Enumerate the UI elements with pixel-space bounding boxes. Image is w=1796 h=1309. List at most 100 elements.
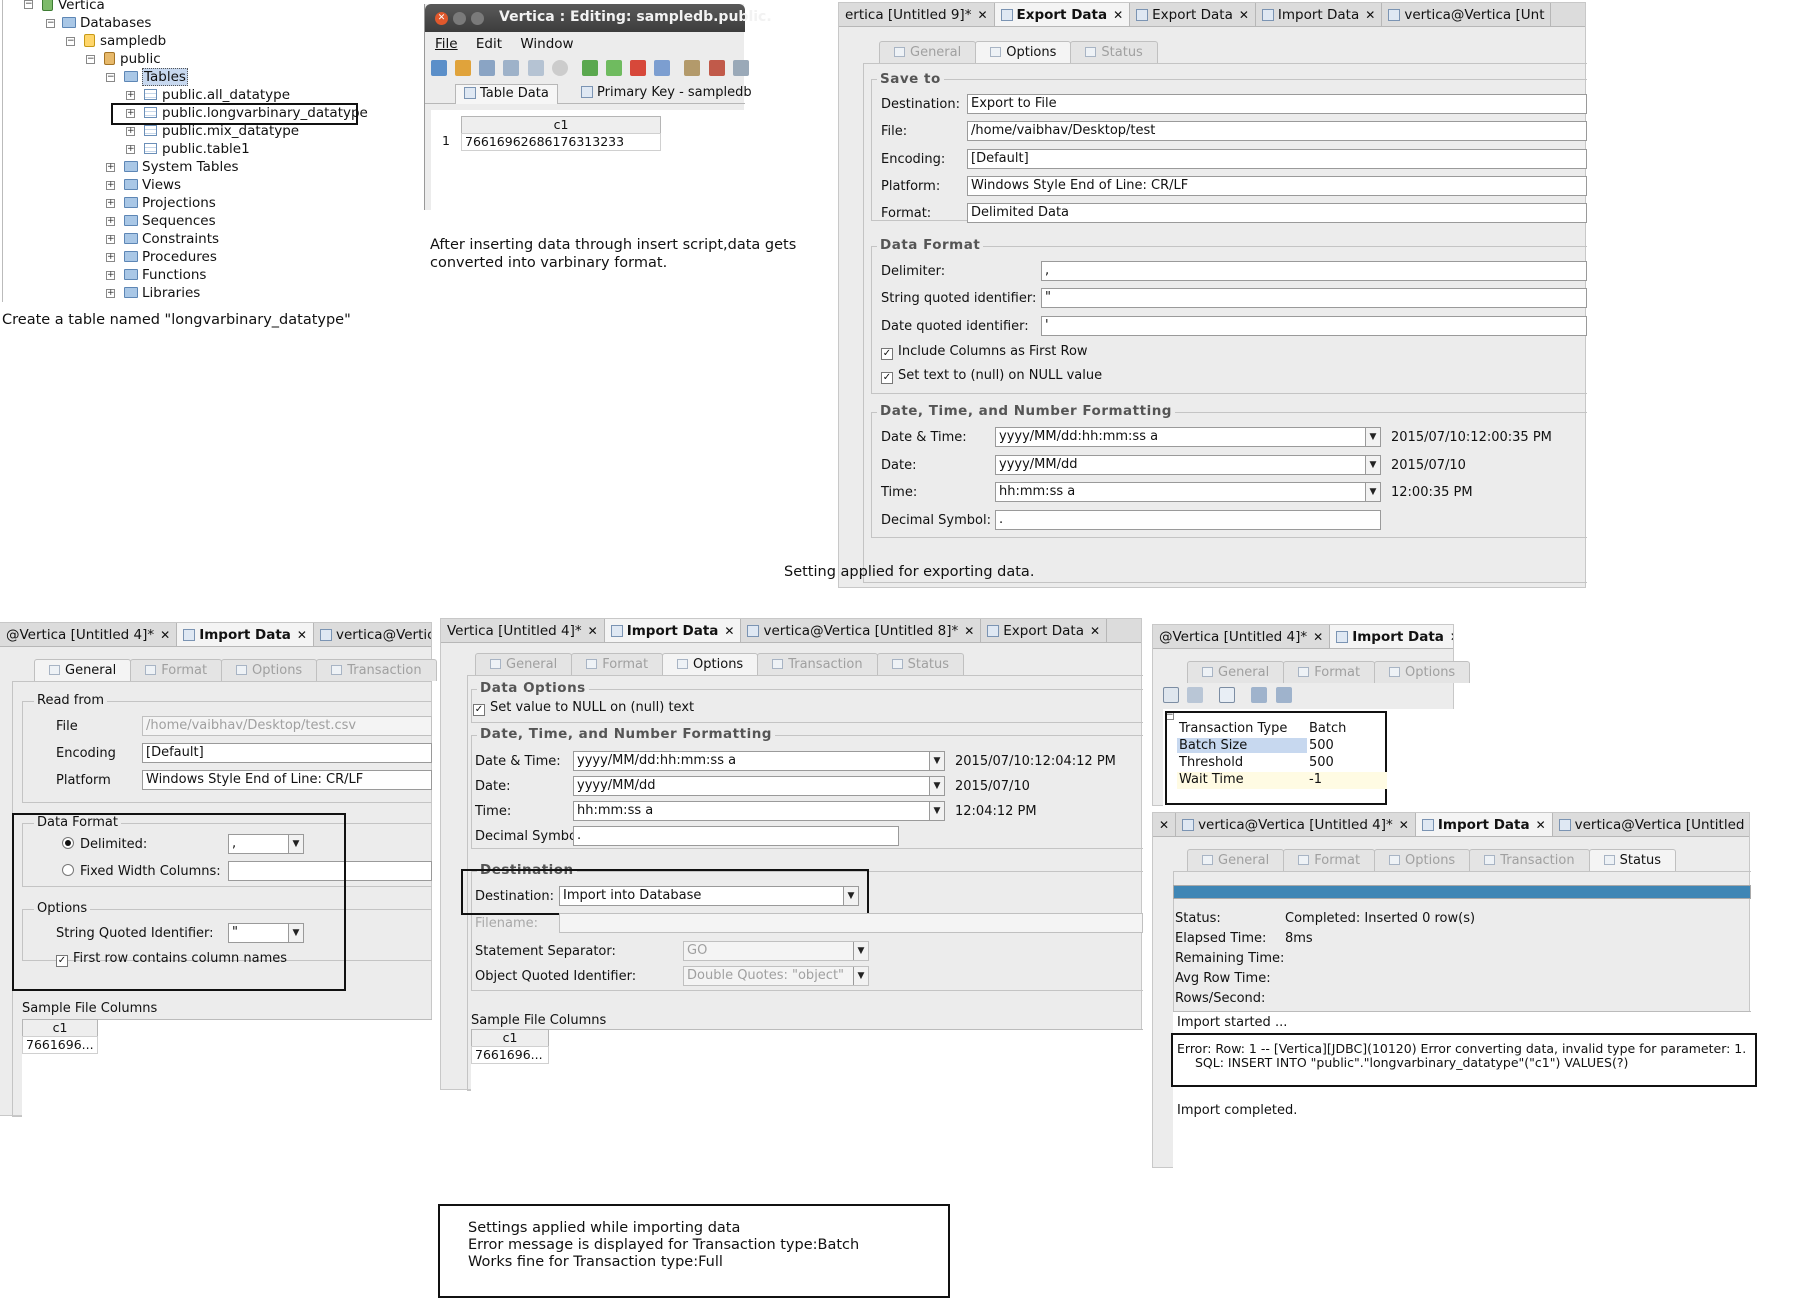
tab-import-data[interactable]: Import Data ✕ xyxy=(1330,625,1453,648)
menu-window[interactable]: Window xyxy=(520,36,573,52)
expander-icon[interactable]: + xyxy=(106,253,115,262)
copy-icon[interactable] xyxy=(503,60,520,76)
tab-options[interactable]: Options xyxy=(975,41,1072,63)
close-icon[interactable]: ✕ xyxy=(1313,630,1323,644)
close-icon[interactable]: ✕ xyxy=(1536,818,1546,832)
expander-icon[interactable]: − xyxy=(106,73,115,82)
tab-untitled4[interactable]: @Vertica [Untitled 4]* ✕ xyxy=(0,623,178,646)
expander-icon[interactable]: + xyxy=(106,271,115,280)
date-format-select[interactable]: yyyy/MM/dd ▼ xyxy=(573,776,945,796)
expander-icon[interactable]: − xyxy=(66,37,75,46)
tab-status[interactable]: Status xyxy=(876,653,965,675)
tab-export-data[interactable]: Export Data ✕ xyxy=(981,619,1108,642)
close-icon[interactable]: ✕ xyxy=(160,628,170,642)
tab-format[interactable]: Format xyxy=(130,659,223,681)
property-value[interactable]: Batch xyxy=(1309,721,1346,736)
expander-icon[interactable]: + xyxy=(106,181,115,190)
chevron-down-icon[interactable]: ▼ xyxy=(929,802,944,820)
grid-cell[interactable]: 76616962686176313233 xyxy=(461,133,661,151)
property-row[interactable]: Batch Size 500 xyxy=(1177,738,1387,755)
tab-primary-key[interactable]: Primary Key - sampledb xyxy=(575,84,758,104)
close-icon[interactable]: ✕ xyxy=(1365,8,1375,22)
close-icon[interactable]: ✕ xyxy=(1090,624,1100,638)
tab-options[interactable]: Options xyxy=(1374,849,1471,871)
collapse-all-icon[interactable] xyxy=(1275,687,1292,703)
close-icon[interactable]: ✕ xyxy=(1113,8,1123,22)
property-row[interactable]: Threshold 500 xyxy=(1177,755,1387,772)
close-icon[interactable]: ✕ xyxy=(1239,8,1249,22)
tree-folder[interactable]: Constraints xyxy=(124,231,219,249)
encoding-select[interactable]: [Default] xyxy=(142,743,432,763)
insert-row-icon[interactable] xyxy=(605,60,622,76)
close-icon[interactable]: ✕ xyxy=(724,624,734,638)
tab-export-data-2[interactable]: Export Data ✕ xyxy=(1130,3,1256,26)
set-null-checkbox[interactable]: ✓ Set value to NULL on (null) text xyxy=(473,700,694,716)
property-value[interactable]: 500 xyxy=(1309,738,1334,753)
platform-select[interactable]: Windows Style End of Line: CR/LF xyxy=(967,176,1587,196)
set-null-checkbox[interactable]: ✓ Set text to (null) on NULL value xyxy=(881,368,1102,384)
expander-icon[interactable]: + xyxy=(106,217,115,226)
maximize-icon[interactable] xyxy=(471,12,484,25)
edit-icon[interactable] xyxy=(455,60,472,76)
save-icon[interactable] xyxy=(479,60,496,76)
chevron-down-icon[interactable]: ▼ xyxy=(929,777,944,795)
chevron-down-icon[interactable]: ▼ xyxy=(1365,483,1380,501)
expander-icon[interactable]: + xyxy=(106,163,115,172)
tab-import-data[interactable]: Import Data ✕ xyxy=(177,623,314,646)
file-path-input[interactable]: /home/vaibhav/Desktop/test.csv xyxy=(142,716,432,736)
time-format-select[interactable]: hh:mm:ss a ▼ xyxy=(995,482,1381,502)
object-quote-select[interactable]: Double Quotes: "object" ▼ xyxy=(683,966,869,986)
tab-options[interactable]: Options xyxy=(221,659,318,681)
column-header[interactable]: c1 xyxy=(22,1019,98,1037)
tab-status[interactable]: Status xyxy=(1070,41,1158,63)
tab-options[interactable]: Options xyxy=(662,653,759,675)
tree-folder[interactable]: Libraries xyxy=(124,285,200,303)
close-icon[interactable]: ✕ xyxy=(977,8,987,22)
tab-general[interactable]: General xyxy=(475,653,573,675)
tab-format[interactable]: Format xyxy=(1283,849,1376,871)
column-header[interactable]: c1 xyxy=(471,1029,549,1047)
tab-transaction[interactable]: Transaction xyxy=(1469,849,1590,871)
date-quote-input[interactable]: ' xyxy=(1041,316,1587,336)
tree-folder[interactable]: Functions xyxy=(124,267,206,285)
menu-edit[interactable]: Edit xyxy=(476,36,502,52)
expander-icon[interactable]: + xyxy=(106,289,115,298)
expander-icon[interactable]: + xyxy=(126,145,135,154)
string-quote-input[interactable]: " xyxy=(1041,288,1587,308)
chevron-down-icon[interactable]: ▼ xyxy=(929,752,944,770)
tab-general[interactable]: General xyxy=(879,41,977,63)
minimize-icon[interactable] xyxy=(453,12,466,25)
tab-options[interactable]: Options xyxy=(1374,661,1471,683)
menu-file[interactable]: File xyxy=(435,36,458,52)
tab-import-data[interactable]: Import Data ✕ xyxy=(1255,3,1383,26)
tree-node-sampledb[interactable]: sampledb xyxy=(84,33,166,51)
chevron-down-icon[interactable]: ▼ xyxy=(853,967,868,985)
property-row[interactable]: Transaction Type Batch xyxy=(1177,721,1387,738)
tab-general[interactable]: General xyxy=(1187,661,1285,683)
close-icon[interactable]: ✕ xyxy=(435,12,448,25)
expander-icon[interactable]: + xyxy=(106,199,115,208)
expander-icon[interactable]: + xyxy=(126,127,135,136)
grid-cell[interactable]: 7661696... xyxy=(22,1036,98,1054)
statement-separator-select[interactable]: GO ▼ xyxy=(683,941,869,961)
tab-untitled4[interactable]: Vertica [Untitled 4]* ✕ xyxy=(441,619,605,642)
tab-general[interactable]: General xyxy=(34,659,132,681)
tab-untitled9[interactable]: ertica [Untitled 9]* ✕ xyxy=(839,3,995,26)
tree-folder[interactable]: Projections xyxy=(124,195,216,213)
tree-folder[interactable]: System Tables xyxy=(124,159,239,177)
grid-cell[interactable]: 7661696... xyxy=(471,1046,549,1064)
tree-node-tables[interactable]: Tables xyxy=(124,68,188,87)
property-value[interactable]: -1 xyxy=(1309,772,1322,787)
close-icon[interactable]: ✕ xyxy=(1450,630,1453,644)
tab-transaction[interactable]: Transaction xyxy=(757,653,878,675)
tab-general[interactable]: General xyxy=(1187,849,1285,871)
tab-vertica[interactable]: vertica@Vertica [Unt xyxy=(1382,3,1552,26)
delete-row-icon[interactable] xyxy=(630,60,647,76)
chevron-down-icon[interactable]: ▼ xyxy=(853,942,868,960)
show-advanced-icon[interactable] xyxy=(1219,687,1236,703)
filter-icon[interactable] xyxy=(654,60,671,76)
delimiter-input[interactable]: , xyxy=(1041,261,1587,281)
cancel-icon[interactable] xyxy=(551,60,568,76)
decimal-symbol-input[interactable]: . xyxy=(573,826,899,846)
format-select[interactable]: Delimited Data xyxy=(967,203,1587,223)
